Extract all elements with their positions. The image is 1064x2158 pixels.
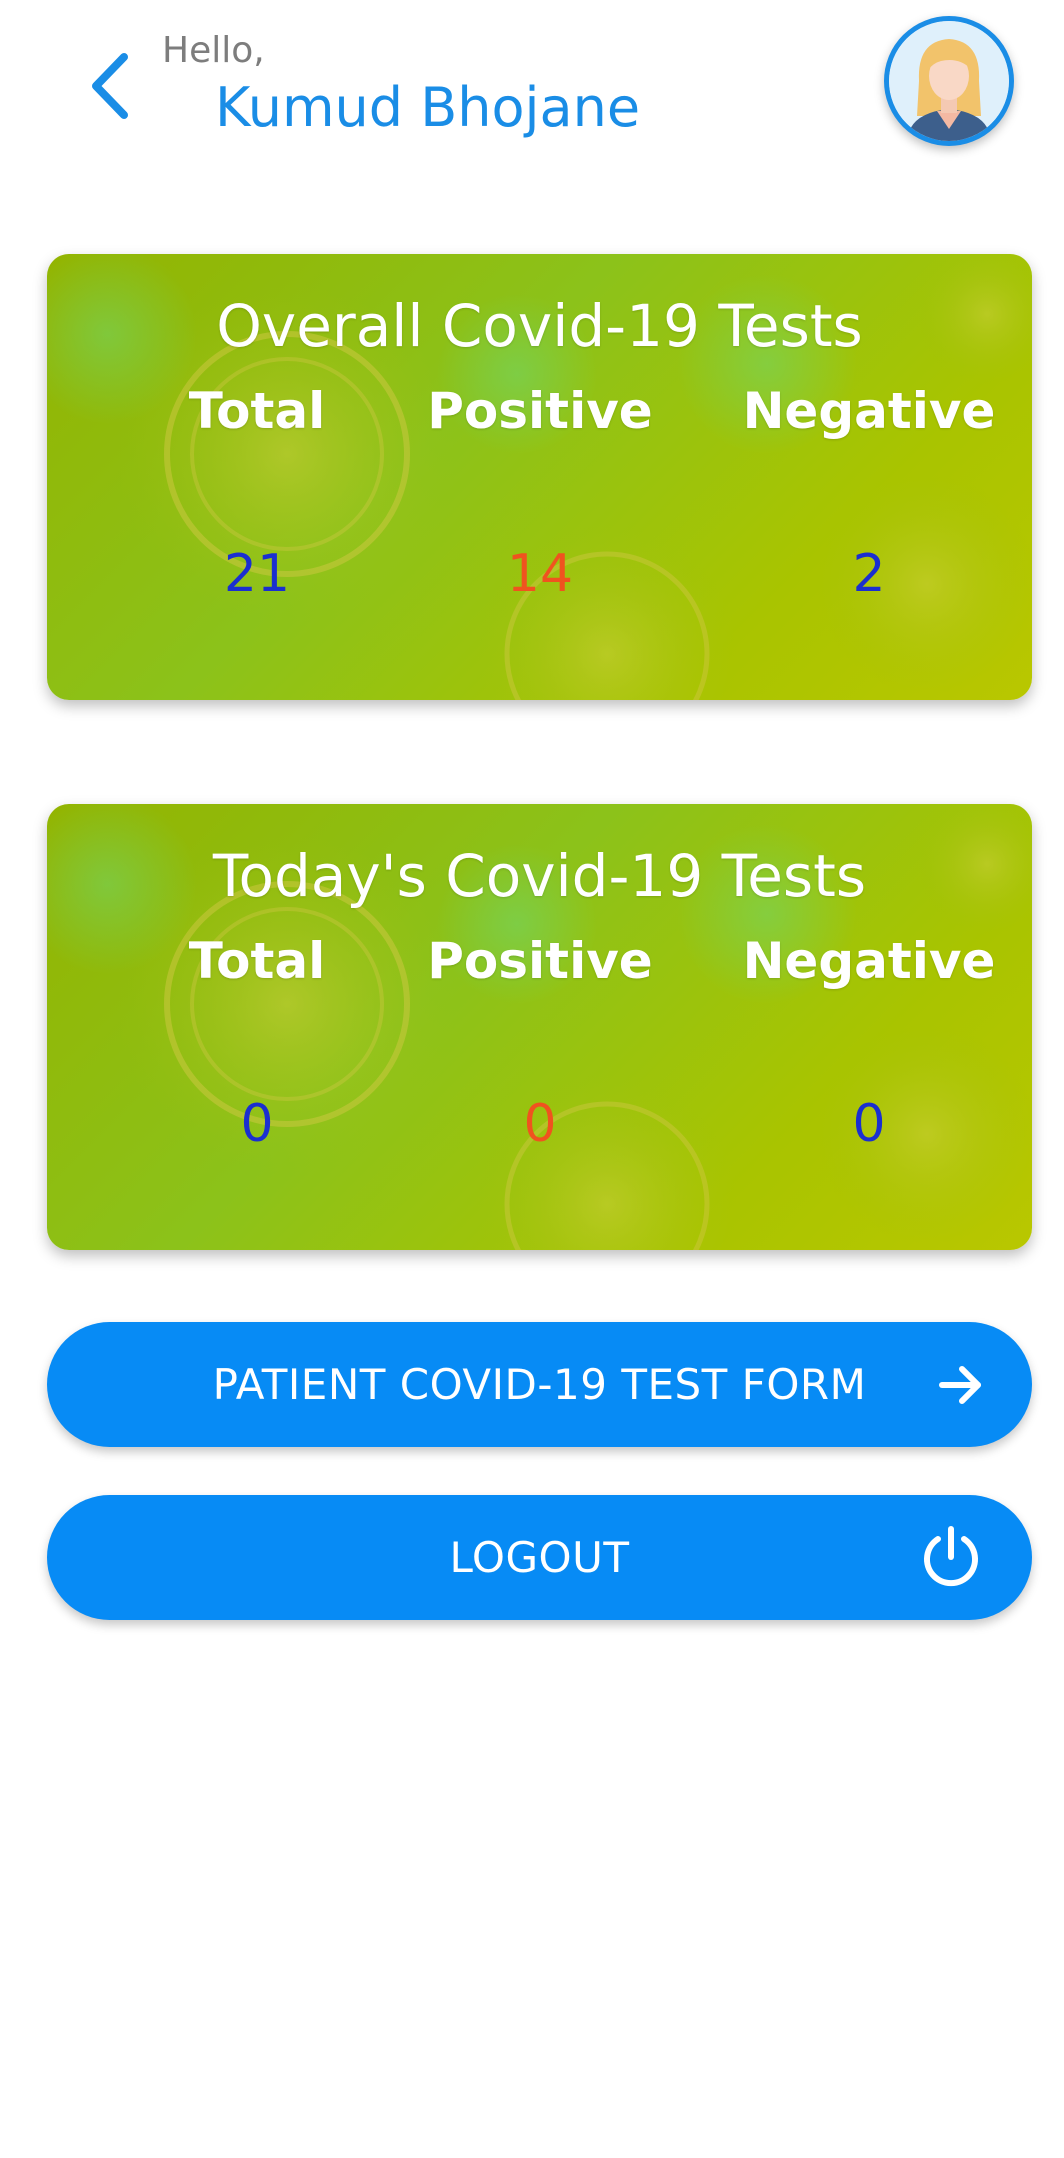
today-card-title: Today's Covid-19 Tests: [212, 842, 867, 910]
today-negative-label: Negative: [742, 932, 996, 990]
today-positive-value: 0: [523, 1094, 557, 1154]
overall-positive-value: 14: [506, 544, 574, 604]
overall-total-value: 21: [223, 544, 291, 604]
overall-card-title: Overall Covid-19 Tests: [216, 292, 863, 360]
patient-test-form-button[interactable]: PATIENT COVID-19 TEST FORM: [47, 1322, 1032, 1447]
greeting-text: Hello,: [162, 30, 265, 71]
patient-test-form-label: PATIENT COVID-19 TEST FORM: [212, 1360, 867, 1409]
username-text: Kumud Bhojane: [215, 76, 641, 139]
back-button[interactable]: [80, 46, 140, 126]
user-avatar-icon: [889, 21, 1009, 141]
chevron-left-icon: [92, 53, 128, 119]
today-positive-label: Positive: [427, 932, 653, 990]
power-icon: [918, 1525, 984, 1591]
overall-total-label: Total: [188, 382, 326, 440]
today-total-value: 0: [240, 1094, 274, 1154]
today-tests-card: Today's Covid-19 Tests Total Positive Ne…: [47, 804, 1032, 1250]
overall-positive-label: Positive: [427, 382, 653, 440]
avatar[interactable]: [884, 16, 1014, 146]
arrow-right-icon: [938, 1365, 984, 1405]
overall-negative-value: 2: [852, 544, 886, 604]
today-total-label: Total: [188, 932, 326, 990]
logout-label: LOGOUT: [449, 1533, 630, 1582]
overall-negative-label: Negative: [742, 382, 996, 440]
logout-button[interactable]: LOGOUT: [47, 1495, 1032, 1620]
today-negative-value: 0: [852, 1094, 886, 1154]
overall-tests-card: Overall Covid-19 Tests Total Positive Ne…: [47, 254, 1032, 700]
